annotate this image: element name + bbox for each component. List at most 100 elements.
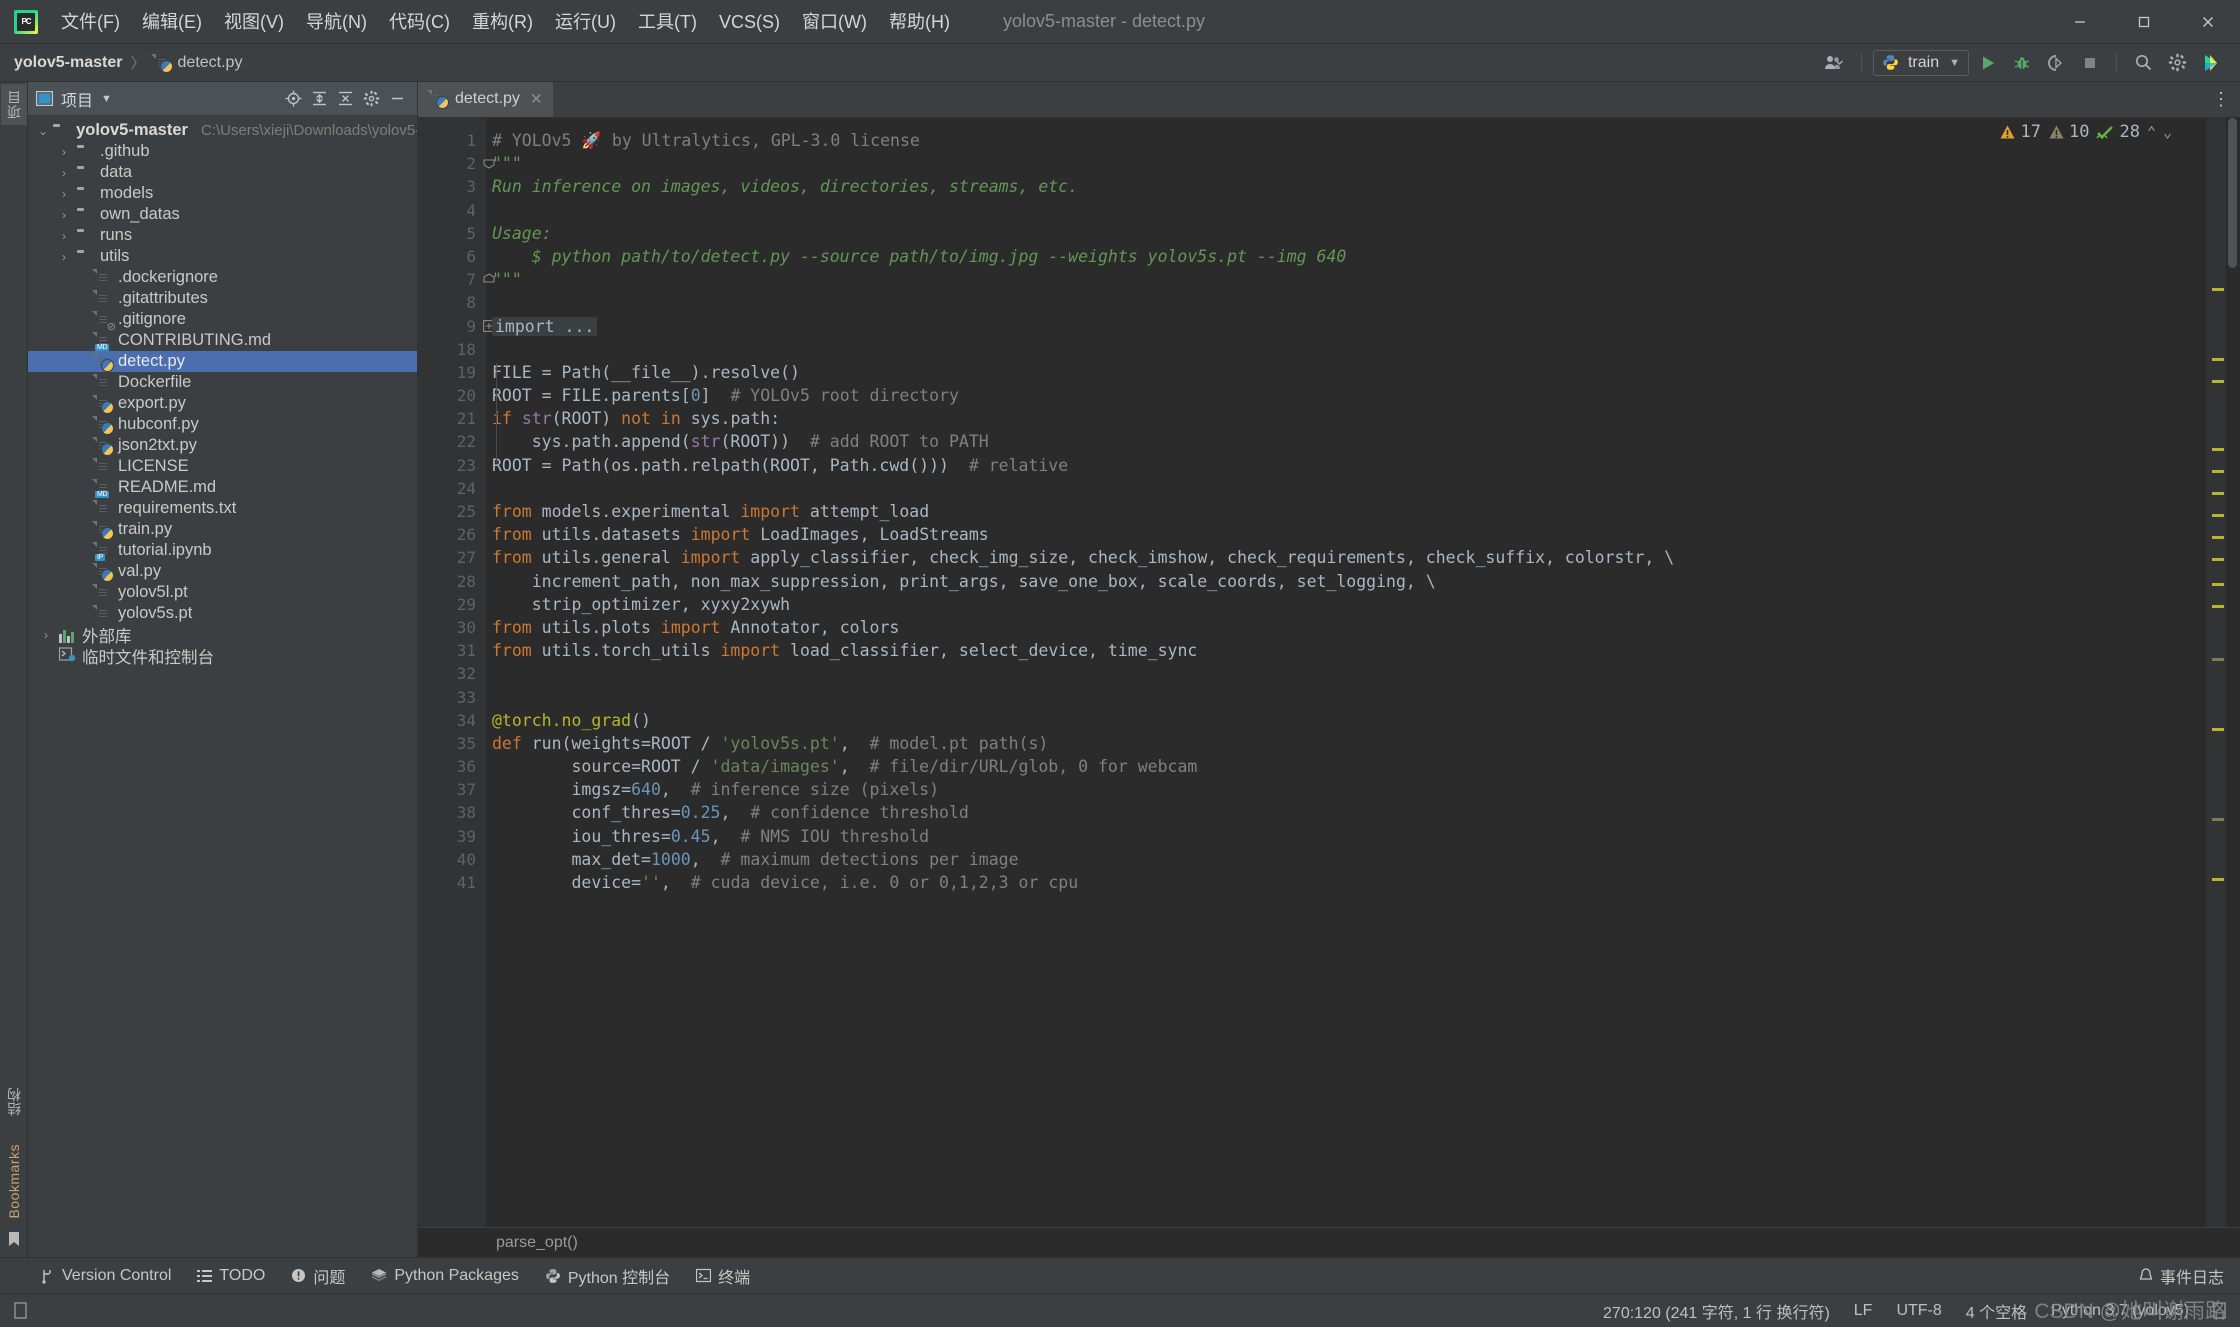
chevron-down-icon[interactable]: ⌄ bbox=[38, 124, 48, 138]
project-file-tree[interactable]: ⌄ yolov5-master C:\Users\xieji\Downloads… bbox=[28, 116, 417, 1257]
line-number[interactable]: 1 bbox=[418, 129, 486, 152]
menu-file[interactable]: 文件(F) bbox=[50, 0, 131, 44]
editor-breadcrumb-label[interactable]: parse_opt() bbox=[496, 1234, 578, 1252]
line-number[interactable]: 24 bbox=[418, 477, 486, 500]
close-icon[interactable] bbox=[2176, 0, 2240, 44]
scrollbar-thumb[interactable] bbox=[2228, 118, 2237, 268]
chevron-right-icon[interactable]: › bbox=[56, 229, 72, 243]
tree-row[interactable]: › data bbox=[28, 162, 417, 183]
chevron-right-icon[interactable]: › bbox=[56, 187, 72, 201]
code-content[interactable]: 17 10 28 ⌃ ⌄ # YOLOv5 🚀 by Ultralytics, … bbox=[486, 118, 2206, 1227]
tree-row[interactable]: ›val.py bbox=[28, 561, 417, 582]
menu-refactor[interactable]: 重构(R) bbox=[461, 0, 544, 44]
code-line[interactable]: import ... bbox=[492, 315, 2206, 338]
tree-row[interactable]: › .github bbox=[28, 141, 417, 162]
menu-vcs[interactable]: VCS(S) bbox=[708, 0, 791, 44]
code-line[interactable]: strip_optimizer, xyxy2xywh bbox=[492, 593, 2206, 616]
chevron-right-icon[interactable]: › bbox=[56, 166, 72, 180]
tree-row[interactable]: ›.dockerignore bbox=[28, 267, 417, 288]
editor-tab-detect-py[interactable]: detect.py ✕ bbox=[418, 82, 553, 117]
line-number[interactable]: 3 bbox=[418, 175, 486, 198]
weak-warning-count-group[interactable]: 10 bbox=[2048, 122, 2089, 142]
line-number[interactable]: 4 bbox=[418, 199, 486, 222]
tree-row[interactable]: ›Dockerfile bbox=[28, 372, 417, 393]
line-number[interactable]: 19 bbox=[418, 361, 486, 384]
line-number[interactable]: 27 bbox=[418, 546, 486, 569]
code-line[interactable]: $ python path/to/detect.py --source path… bbox=[492, 245, 2206, 268]
line-number[interactable]: 35 bbox=[418, 732, 486, 755]
tree-row-root[interactable]: ⌄ yolov5-master C:\Users\xieji\Downloads… bbox=[28, 120, 417, 141]
code-line[interactable] bbox=[492, 477, 2206, 500]
code-line[interactable]: increment_path, non_max_suppression, pri… bbox=[492, 570, 2206, 593]
code-line[interactable]: from utils.datasets import LoadImages, L… bbox=[492, 523, 2206, 546]
line-number[interactable]: 8 bbox=[418, 291, 486, 314]
menu-window[interactable]: 窗口(W) bbox=[791, 0, 878, 44]
status-caret-position[interactable]: 270:120 (241 字符, 1 行 换行符) bbox=[1603, 1299, 1830, 1323]
tool-version-control[interactable]: Version Control bbox=[40, 1267, 171, 1285]
line-number[interactable]: 22 bbox=[418, 430, 486, 453]
line-number[interactable]: 37 bbox=[418, 778, 486, 801]
code-line[interactable]: ROOT = FILE.parents[0] # YOLOv5 root dir… bbox=[492, 384, 2206, 407]
menu-view[interactable]: 视图(V) bbox=[213, 0, 295, 44]
collapse-all-icon[interactable] bbox=[333, 87, 357, 111]
code-line[interactable]: device='', # cuda device, i.e. 0 or 0,1,… bbox=[492, 871, 2206, 894]
line-number[interactable]: 20 bbox=[418, 384, 486, 407]
editor-scrollbar[interactable] bbox=[2226, 118, 2240, 1227]
code-line[interactable]: from models.experimental import attempt_… bbox=[492, 500, 2206, 523]
toolbox-icon[interactable] bbox=[2196, 49, 2226, 77]
search-icon[interactable] bbox=[2128, 49, 2158, 77]
line-number[interactable]: 25 bbox=[418, 500, 486, 523]
menu-tools[interactable]: 工具(T) bbox=[627, 0, 708, 44]
line-number[interactable]: 41 bbox=[418, 871, 486, 894]
tree-row[interactable]: ›LICENSE bbox=[28, 456, 417, 477]
event-log-button[interactable]: 事件日志 bbox=[2139, 1264, 2240, 1288]
menu-code[interactable]: 代码(C) bbox=[378, 0, 461, 44]
breadcrumb-project[interactable]: yolov5-master bbox=[14, 54, 123, 72]
status-indent[interactable]: 4 个空格 bbox=[1966, 1299, 2027, 1323]
line-number[interactable]: 18 bbox=[418, 338, 486, 361]
line-number[interactable]: 9 bbox=[418, 315, 495, 338]
debug-button[interactable] bbox=[2007, 49, 2037, 77]
run-configuration-selector[interactable]: train ▼ bbox=[1872, 49, 1969, 76]
run-button[interactable] bbox=[1973, 49, 2003, 77]
code-line[interactable] bbox=[492, 199, 2206, 222]
line-number[interactable]: 32 bbox=[418, 662, 486, 685]
menu-help[interactable]: 帮助(H) bbox=[878, 0, 961, 44]
line-number-gutter[interactable]: 1 2 3 4 5 6 7 8 9 18 19 20 21 22 23 24 25 26 27 28 29 30 31 32 3… bbox=[418, 118, 495, 1227]
line-number[interactable]: 34 bbox=[418, 709, 486, 732]
expand-all-icon[interactable] bbox=[307, 87, 331, 111]
code-line[interactable]: max_det=1000, # maximum detections per i… bbox=[492, 848, 2206, 871]
select-opened-file-icon[interactable] bbox=[281, 87, 305, 111]
stop-button[interactable] bbox=[2075, 49, 2105, 77]
line-number[interactable]: 36 bbox=[418, 755, 486, 778]
line-number[interactable]: 31 bbox=[418, 639, 486, 662]
menu-edit[interactable]: 编辑(E) bbox=[131, 0, 213, 44]
code-line[interactable]: """ bbox=[492, 268, 2206, 291]
line-number[interactable]: 40 bbox=[418, 848, 486, 871]
settings-gear-icon[interactable] bbox=[2162, 49, 2192, 77]
tree-row[interactable]: ›train.py bbox=[28, 519, 417, 540]
code-line[interactable]: def run(weights=ROOT / 'yolov5s.pt', # m… bbox=[492, 732, 2206, 755]
line-number[interactable]: 30 bbox=[418, 616, 486, 639]
line-number[interactable]: 26 bbox=[418, 523, 486, 546]
maximize-icon[interactable] bbox=[2112, 0, 2176, 44]
tree-row[interactable]: › models bbox=[28, 183, 417, 204]
code-line[interactable]: iou_thres=0.45, # NMS IOU threshold bbox=[492, 825, 2206, 848]
line-number[interactable]: 5 bbox=[418, 222, 486, 245]
code-line[interactable] bbox=[492, 291, 2206, 314]
code-line[interactable]: from utils.general import apply_classifi… bbox=[492, 546, 2206, 569]
tree-row[interactable]: ›yolov5l.pt bbox=[28, 582, 417, 603]
line-number[interactable]: 29 bbox=[418, 593, 486, 616]
tree-row[interactable]: ›requirements.txt bbox=[28, 498, 417, 519]
line-number[interactable]: 33 bbox=[418, 686, 486, 709]
run-with-coverage-button[interactable] bbox=[2041, 49, 2071, 77]
code-line[interactable]: if str(ROOT) not in sys.path: bbox=[492, 407, 2206, 430]
breadcrumb-file[interactable]: detect.py bbox=[178, 54, 243, 72]
next-problem-icon[interactable]: ⌄ bbox=[2163, 123, 2172, 141]
tree-row[interactable]: ›yolov5s.pt bbox=[28, 603, 417, 624]
menu-run[interactable]: 运行(U) bbox=[544, 0, 627, 44]
chevron-right-icon[interactable]: › bbox=[56, 208, 72, 222]
tree-row[interactable]: ›export.py bbox=[28, 393, 417, 414]
code-line[interactable]: FILE = Path(__file__).resolve() bbox=[492, 361, 2206, 384]
code-line[interactable]: sys.path.append(str(ROOT)) # add ROOT to… bbox=[492, 430, 2206, 453]
